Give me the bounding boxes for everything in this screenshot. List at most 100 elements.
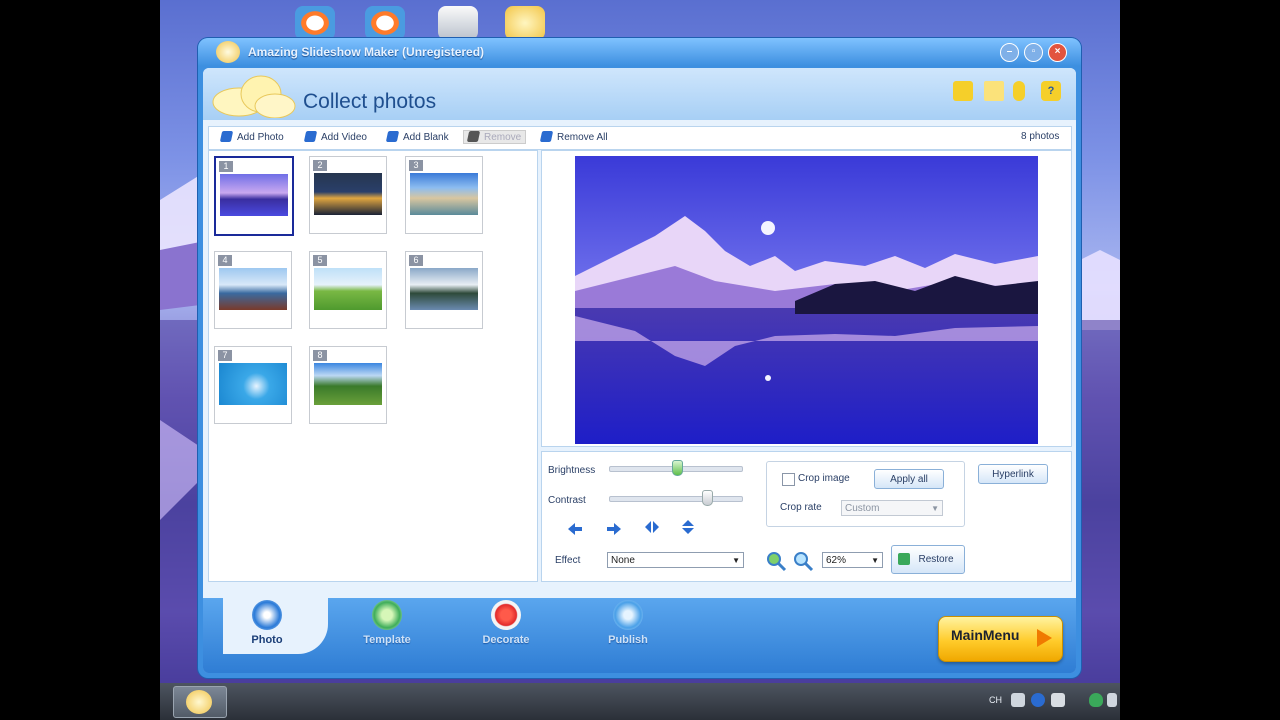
security-shield-icon[interactable] xyxy=(1089,693,1103,707)
effect-label: Effect xyxy=(555,555,581,566)
restore-icon xyxy=(898,553,910,565)
thumbnail-image xyxy=(410,173,478,215)
zoom-out-icon[interactable] xyxy=(792,550,814,572)
restore-label: Restore xyxy=(918,554,954,565)
add-blank-icon xyxy=(385,131,400,142)
add-photo-icon xyxy=(219,131,234,142)
help-icon[interactable]: ? xyxy=(1041,81,1061,101)
close-icon[interactable]: × xyxy=(1048,43,1067,62)
thumbnail-number: 3 xyxy=(409,160,423,171)
folder-icon[interactable] xyxy=(953,81,973,101)
effect-select-value: None xyxy=(611,555,635,566)
desktop-app-icon[interactable] xyxy=(365,6,405,40)
thumbnail-image xyxy=(220,174,288,216)
zoom-select-value: 62% xyxy=(826,555,847,566)
remove-all-label: Remove All xyxy=(557,132,608,143)
desktop-app-icon[interactable] xyxy=(295,6,335,40)
photo-count: 8 photos xyxy=(1021,131,1060,142)
zoom-select[interactable]: 62% ▼ xyxy=(822,552,883,568)
photo-toolbar: Add Photo Add Video Add Blank Remove Rem… xyxy=(208,126,1072,150)
thumbnail-image xyxy=(410,268,478,310)
add-video-icon xyxy=(303,131,318,142)
thumbnail-image xyxy=(314,173,382,215)
remove-label: Remove xyxy=(484,132,522,143)
tab-decorate[interactable]: Decorate xyxy=(466,600,546,646)
effect-select[interactable]: None ▼ xyxy=(607,552,744,568)
thumbnail-number: 8 xyxy=(313,350,327,361)
crop-rate-label: Crop rate xyxy=(780,502,822,513)
slideshow-app-icon xyxy=(186,690,212,714)
window-title: Amazing Slideshow Maker (Unregistered) xyxy=(248,45,485,59)
chevron-down-icon: ▼ xyxy=(871,556,879,565)
tab-photo[interactable]: Photo xyxy=(227,600,307,646)
crop-rate-select[interactable]: Custom ▼ xyxy=(841,500,943,516)
thumbnail-item[interactable]: 1 xyxy=(214,156,294,236)
settings-icon[interactable] xyxy=(1013,81,1025,101)
main-menu-button[interactable]: MainMenu xyxy=(938,616,1063,662)
thumbnail-item[interactable]: 7 xyxy=(214,346,292,424)
minimize-icon[interactable]: – xyxy=(1000,43,1019,62)
photo-tab-icon xyxy=(252,600,282,630)
maximize-icon[interactable]: ▫ xyxy=(1024,43,1043,62)
photo-preview xyxy=(575,156,1038,444)
display-icon[interactable] xyxy=(1107,693,1117,707)
flower-logo-icon xyxy=(212,75,296,118)
add-photo-label: Add Photo xyxy=(237,132,284,143)
taskbar-app-button[interactable] xyxy=(173,686,227,718)
crop-image-checkbox[interactable] xyxy=(782,473,795,486)
thumbnail-image xyxy=(314,363,382,405)
taskbar: CH xyxy=(160,683,1120,720)
thumbnail-image xyxy=(219,268,287,310)
tab-publish[interactable]: Publish xyxy=(588,600,668,646)
thumbnail-number: 5 xyxy=(313,255,327,266)
thumbnail-item[interactable]: 4 xyxy=(214,251,292,329)
add-video-button[interactable]: Add Video xyxy=(303,131,367,143)
brightness-slider-handle[interactable] xyxy=(672,460,683,476)
flip-vertical-icon[interactable] xyxy=(679,518,697,536)
thumbnail-image xyxy=(314,268,382,310)
desktop-people-icon[interactable] xyxy=(438,6,478,40)
remove-all-button[interactable]: Remove All xyxy=(539,131,608,143)
contrast-slider-handle[interactable] xyxy=(702,490,713,506)
apply-all-button[interactable]: Apply all xyxy=(874,469,944,489)
contrast-slider[interactable] xyxy=(609,496,743,502)
help-tray-icon[interactable] xyxy=(1031,693,1045,707)
thumbnail-image xyxy=(219,363,287,405)
tab-photo-label: Photo xyxy=(251,634,283,646)
desktop-slideshow-icon[interactable] xyxy=(505,6,545,40)
tab-template-label: Template xyxy=(363,634,411,646)
thumbnail-number: 7 xyxy=(218,350,232,361)
hyperlink-button[interactable]: Hyperlink xyxy=(978,464,1048,484)
thumbnail-item[interactable]: 3 xyxy=(405,156,483,234)
thumbnail-item[interactable]: 2 xyxy=(309,156,387,234)
add-blank-button[interactable]: Add Blank xyxy=(385,131,449,143)
add-photo-button[interactable]: Add Photo xyxy=(219,131,284,143)
language-indicator[interactable]: CH xyxy=(989,695,1002,705)
edit-controls-panel: Brightness Contrast Effect None ▼ Crop im… xyxy=(541,451,1072,582)
zoom-in-icon[interactable] xyxy=(765,550,787,572)
chevron-down-icon: ▼ xyxy=(931,504,939,513)
flip-horizontal-icon[interactable] xyxy=(643,518,661,536)
network-icon[interactable] xyxy=(1011,693,1025,707)
notes-icon[interactable] xyxy=(984,81,1004,101)
restore-button[interactable]: Restore xyxy=(891,545,965,574)
crop-image-label: Crop image xyxy=(798,473,850,484)
tab-decorate-label: Decorate xyxy=(482,634,530,646)
brightness-label: Brightness xyxy=(548,465,596,476)
rotate-left-icon[interactable] xyxy=(566,520,584,538)
thumbnail-item[interactable]: 8 xyxy=(309,346,387,424)
volume-icon[interactable] xyxy=(1051,693,1065,707)
tab-publish-label: Publish xyxy=(608,634,648,646)
add-blank-label: Add Blank xyxy=(403,132,449,143)
rotate-right-icon[interactable] xyxy=(605,520,623,538)
decorate-tab-icon xyxy=(491,600,521,630)
title-bar[interactable]: Amazing Slideshow Maker (Unregistered) –… xyxy=(198,38,1081,66)
tab-template[interactable]: Template xyxy=(347,600,427,646)
thumbnail-number: 1 xyxy=(219,161,233,172)
thumbnail-number: 2 xyxy=(313,160,327,171)
thumbnail-item[interactable]: 6 xyxy=(405,251,483,329)
remove-button[interactable]: Remove xyxy=(463,130,527,144)
thumbnail-item[interactable]: 5 xyxy=(309,251,387,329)
chevron-down-icon: ▼ xyxy=(732,556,740,565)
remove-all-icon xyxy=(539,131,554,142)
